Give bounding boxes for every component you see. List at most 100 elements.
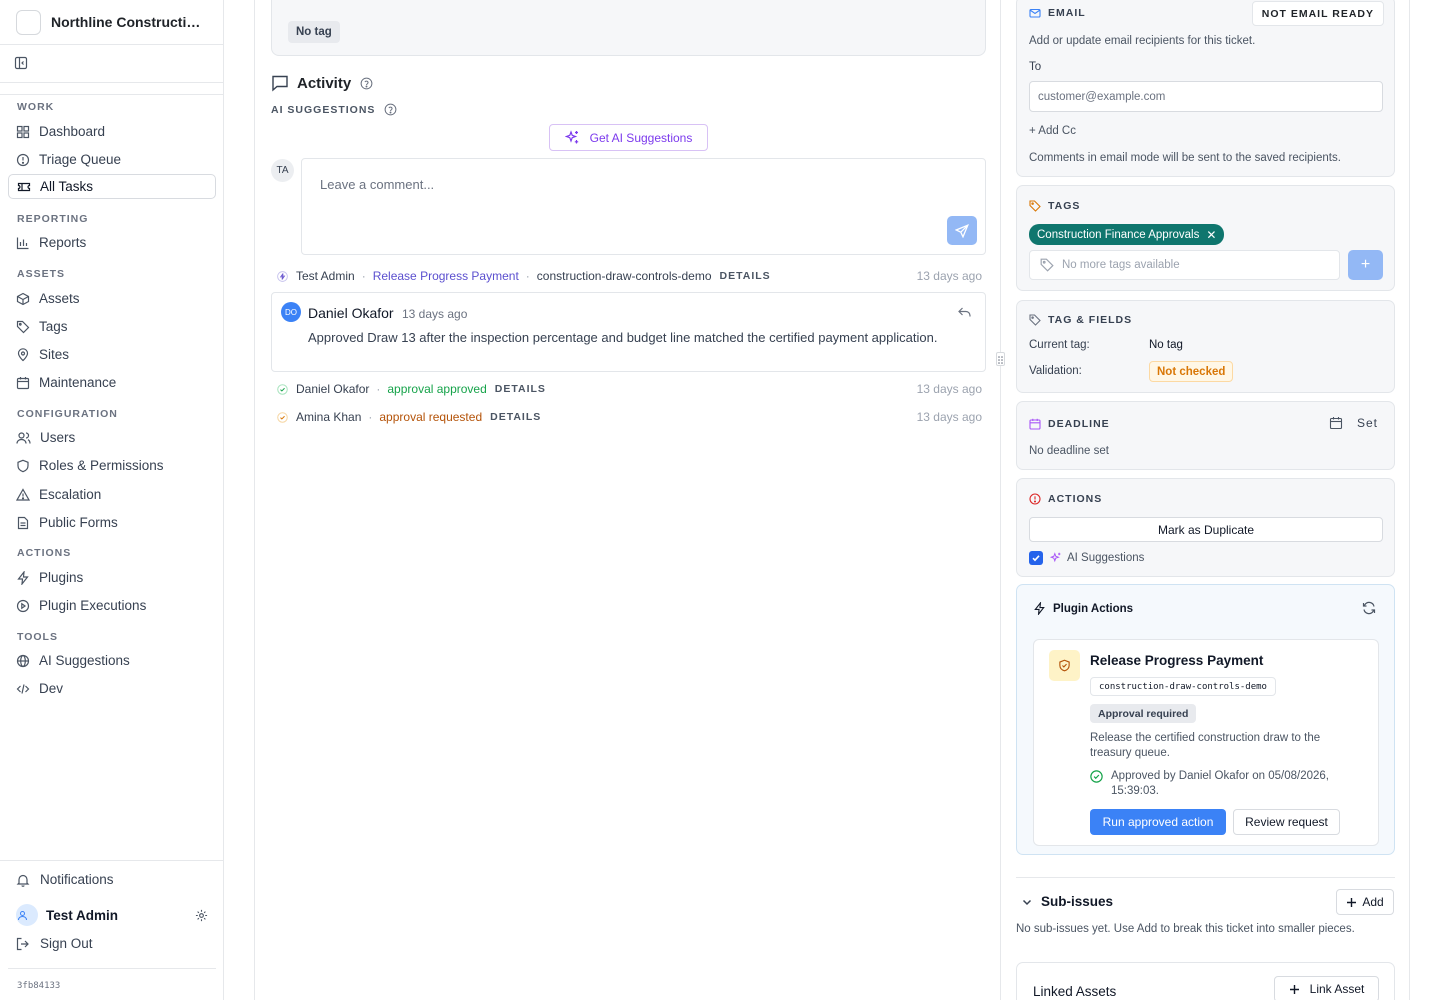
box-icon [16,292,30,305]
sidebar-item-dev[interactable]: Dev [8,676,216,701]
calendar-icon [16,376,30,389]
org-switcher[interactable]: Northline Construction [0,0,223,45]
details-link[interactable]: DETAILS [495,383,546,395]
divider [8,968,216,969]
bar-chart-icon [16,237,29,249]
tag-fields-card: TAG & FIELDS Current tag: No tag Validat… [1016,300,1395,393]
sidebar-item-label: Plugins [39,570,84,585]
reply-icon[interactable] [958,307,971,318]
sidebar-item-roles[interactable]: Roles & Permissions [8,453,216,478]
divider [1016,877,1395,878]
sidebar-item-label: All Tasks [40,179,94,194]
shield-check-icon [277,411,288,423]
user-menu[interactable]: Test Admin [16,904,208,926]
sidebar-item-tags[interactable]: Tags [8,314,216,339]
sidebar-item-assets[interactable]: Assets [8,286,216,311]
tag-search-placeholder: No more tags available [1062,259,1180,271]
bell-icon [16,874,30,887]
sidebar-item-all-tasks[interactable]: All Tasks [8,174,216,199]
avatar: TA [271,159,294,182]
sidebar-item-escalation[interactable]: Escalation [8,482,216,507]
sidebar-item-label: Plugin Executions [39,598,147,613]
shield-check-icon [1059,659,1070,672]
section-work: WORK [17,101,55,113]
add-cc-button[interactable]: + Add Cc [1029,125,1076,137]
sign-out-link[interactable]: Sign Out [16,936,93,951]
notifications-link[interactable]: Notifications [16,872,114,887]
sidebar-item-label: Maintenance [39,375,117,390]
remove-tag-icon[interactable]: ✕ [1206,228,1216,242]
activity-title: Activity [297,74,352,92]
event-actor: Daniel Okafor [296,382,370,396]
ai-suggestions-toggle[interactable]: AI Suggestions [1029,551,1144,565]
sidebar-item-sites[interactable]: Sites [8,342,216,367]
plugin-action-icon [1049,650,1080,681]
tag-card: No tag [271,0,986,56]
tags-card: TAGS Construction Finance Approvals ✕ No… [1016,185,1395,291]
run-approved-action-button[interactable]: Run approved action [1090,809,1226,835]
ticket-sidebar: EMAIL NOT EMAIL READY Add or update emai… [1001,0,1410,1000]
sidebar-item-label: Sites [39,347,70,362]
details-link[interactable]: DETAILS [490,411,541,423]
sub-issues-toggle[interactable]: Sub-issues [1021,894,1113,909]
sidebar-item-maintenance[interactable]: Maintenance [8,370,216,395]
sidebar: Northline Construction WORK Dashboard Tr… [0,0,224,1000]
linked-assets-title: Linked Assets [1033,984,1117,999]
sidebar-item-plugin-executions[interactable]: Plugin Executions [8,593,216,618]
sidebar-item-plugins[interactable]: Plugins [8,565,216,590]
approval-required-badge: Approval required [1090,704,1197,723]
sidebar-item-triage[interactable]: Triage Queue [8,147,216,172]
separator: · [361,269,366,283]
review-request-button[interactable]: Review request [1233,809,1340,835]
document-icon [17,516,29,529]
mail-icon [1029,8,1041,18]
sidebar-item-dashboard[interactable]: Dashboard [8,119,216,144]
org-logo [16,9,41,35]
sidebar-item-users[interactable]: Users [8,425,216,450]
event-action[interactable]: Release Progress Payment [373,269,519,283]
plugin-action-description: Release the certified construction draw … [1090,732,1321,759]
sparkles-icon [564,130,578,144]
plus-icon [1347,897,1357,907]
help-circle-icon[interactable] [360,77,373,90]
sidebar-item-reports[interactable]: Reports [8,230,216,255]
send-button[interactable] [947,216,977,245]
details-link[interactable]: DETAILS [720,270,771,282]
event-actor: Amina Khan [296,410,362,424]
checkbox[interactable] [1029,551,1043,565]
tags-label: TAGS [1048,200,1081,212]
mark-duplicate-button[interactable]: Mark as Duplicate [1029,517,1383,542]
plugin-actions-title: Plugin Actions [1053,602,1134,615]
sidebar-item-ai-suggestions[interactable]: AI Suggestions [8,648,216,673]
gear-icon[interactable] [195,909,208,922]
dashboard-icon [16,125,30,138]
email-heading: EMAIL [1029,7,1086,19]
divider [0,860,223,861]
email-to-field[interactable]: customer@example.com [1029,81,1383,112]
current-tag-label: Current tag: [1029,339,1090,351]
event-action: approval approved [387,382,487,396]
sidebar-item-label: AI Suggestions [39,653,130,668]
get-ai-suggestions-button[interactable]: Get AI Suggestions [549,124,708,151]
deadline-empty: No deadline set [1029,445,1109,457]
event-time: 13 days ago [916,269,982,283]
chevron-down-icon [1022,899,1032,905]
add-sub-issue-button[interactable]: Add [1336,889,1394,915]
sidebar-toggle-icon[interactable] [14,56,28,70]
add-tag-button[interactable]: + [1348,250,1383,280]
link-asset-button[interactable]: Link Asset [1274,976,1379,1000]
comment-input[interactable]: Leave a comment... [301,158,986,255]
email-status-badge: NOT EMAIL READY [1251,1,1384,26]
help-circle-icon[interactable] [384,103,397,116]
refresh-icon[interactable] [1362,601,1376,615]
ai-suggestions-label: AI SUGGESTIONS [271,103,376,116]
comment-time: 13 days ago [402,307,468,321]
set-deadline-button[interactable]: Set [1329,416,1378,430]
separator: · [368,410,373,424]
comment-author: Daniel Okafor [308,305,394,321]
plugin-actions-card: Plugin Actions Release Progress Payment … [1016,584,1395,855]
tag-search-input[interactable]: No more tags available [1029,250,1340,280]
divider [0,94,223,95]
deadline-label: DEADLINE [1048,418,1110,430]
sidebar-item-public-forms[interactable]: Public Forms [8,510,216,535]
